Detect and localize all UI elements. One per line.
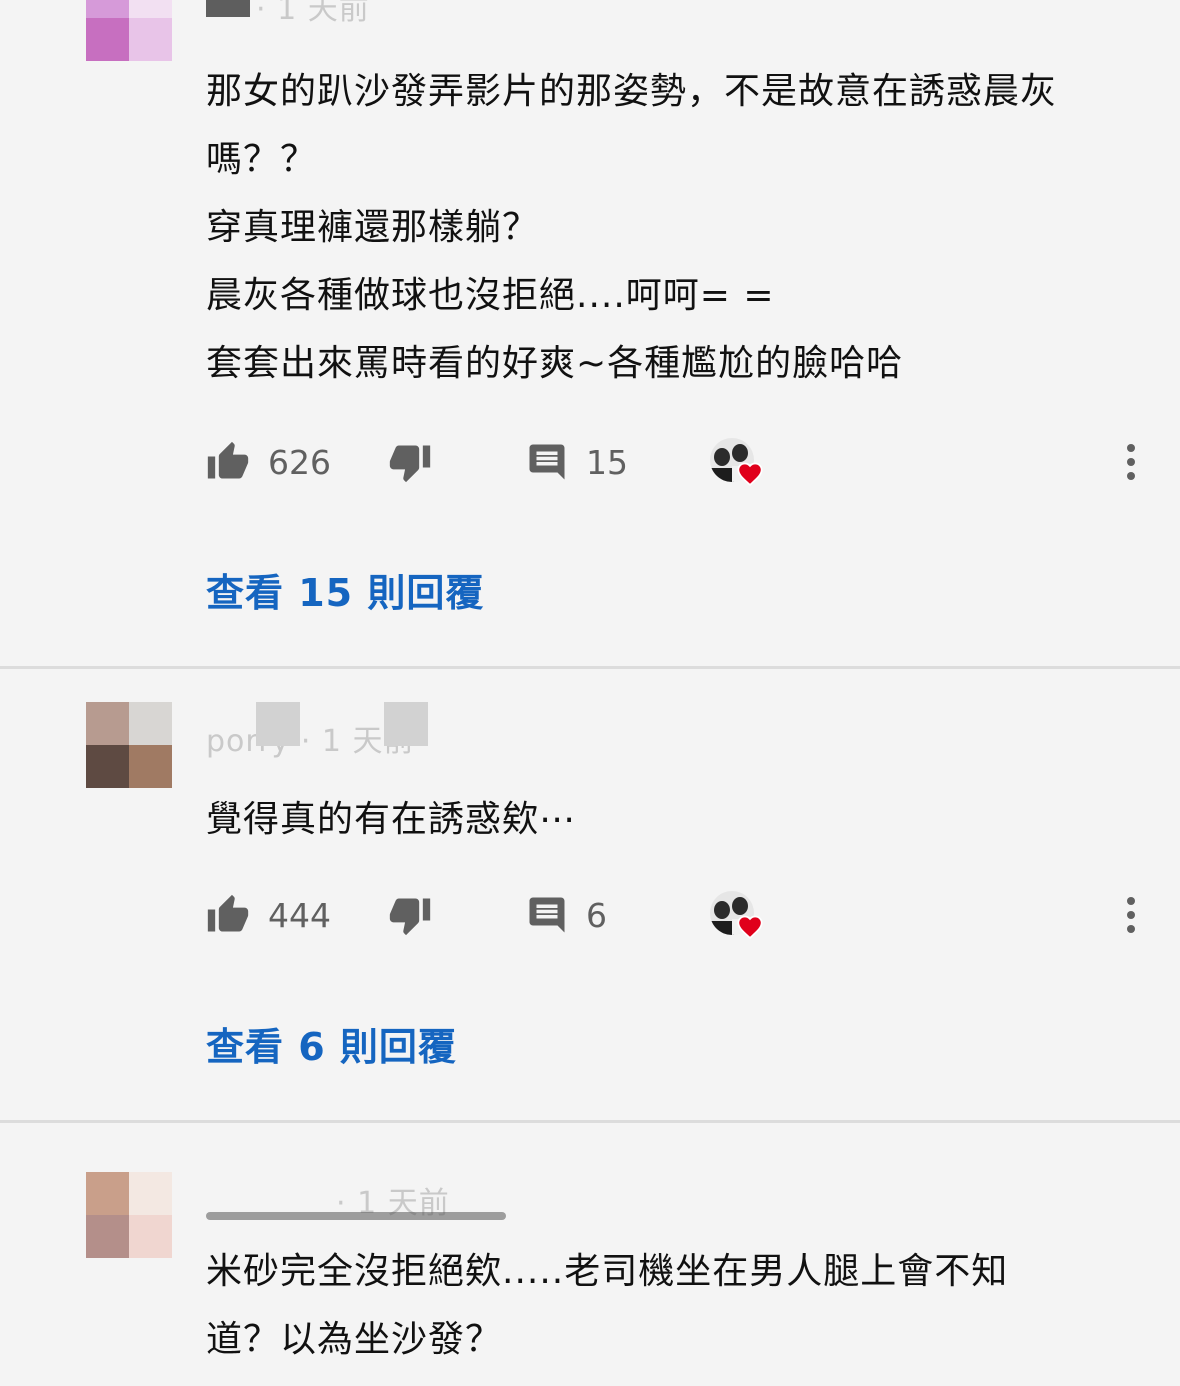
avatar-pixel — [86, 18, 129, 61]
more-vertical-icon — [1127, 444, 1135, 452]
creator-heart — [710, 438, 770, 494]
comment-text: 覺得真的有在誘惑欸⋯ — [206, 799, 577, 840]
divider — [0, 1120, 1180, 1123]
reply-button[interactable]: 6 — [526, 885, 607, 945]
reply-count: 15 — [586, 442, 628, 482]
creator-heart-icon — [737, 462, 763, 487]
like-button[interactable]: 444 — [206, 885, 331, 945]
avatar[interactable] — [86, 1172, 172, 1258]
reply-count: 6 — [586, 895, 607, 935]
author-name-redacted[interactable] — [206, 1212, 506, 1220]
timestamp-redaction — [384, 702, 428, 746]
view-replies-link[interactable]: 查看 15 則回覆 — [206, 562, 484, 617]
reply-button[interactable]: 15 — [526, 432, 628, 492]
creator-heart-icon — [737, 915, 763, 940]
avatar[interactable] — [86, 0, 172, 61]
author-name-redacted[interactable] — [206, 0, 250, 17]
like-button[interactable]: 626 — [206, 432, 331, 492]
dislike-button[interactable] — [388, 885, 432, 945]
divider — [0, 666, 1180, 669]
dislike-button[interactable] — [388, 432, 432, 492]
comment-text: 那女的趴沙發弄影片的那姿勢，不是故意在誘惑晨灰 嗎？？ 穿真理褲還那樣躺？ 晨灰… — [206, 71, 1058, 384]
thumbs-up-icon — [207, 894, 249, 932]
more-options-button[interactable] — [1116, 885, 1146, 945]
thumbs-down-icon — [389, 898, 431, 936]
avatar-pixel — [129, 18, 172, 61]
avatar-pixel — [86, 745, 129, 788]
comment-meta: · 1 天前 — [206, 0, 370, 27]
like-count: 626 — [268, 442, 331, 482]
avatar-pixel — [129, 0, 172, 18]
comment-text: 米砂完全沒拒絕欸.....老司機坐在男人腿上會不知 道？以為坐沙發？ — [206, 1251, 1009, 1360]
comment-actions: 626 15 — [206, 432, 1146, 492]
avatar-pixel — [86, 0, 129, 18]
avatar-pixel — [86, 702, 129, 745]
view-replies-link[interactable]: 查看 6 則回覆 — [206, 1016, 457, 1071]
avatar-pixel — [86, 1215, 129, 1258]
comment-timestamp: · 1 天前 — [256, 0, 370, 27]
comment-icon — [529, 444, 565, 480]
author-redaction — [256, 702, 300, 746]
avatar-pixel — [86, 1172, 129, 1215]
avatar-pixel — [129, 745, 172, 788]
thumbs-up-icon — [207, 441, 249, 479]
avatar-pixel — [129, 1215, 172, 1258]
more-vertical-icon — [1127, 897, 1135, 905]
avatar[interactable] — [86, 702, 172, 788]
comment-actions: 444 6 — [206, 885, 1146, 945]
avatar-pixel — [129, 702, 172, 745]
like-count: 444 — [268, 895, 331, 935]
avatar-pixel — [129, 1172, 172, 1215]
thumbs-down-icon — [389, 445, 431, 483]
creator-heart — [710, 891, 770, 947]
more-options-button[interactable] — [1116, 432, 1146, 492]
comment-icon — [529, 897, 565, 933]
